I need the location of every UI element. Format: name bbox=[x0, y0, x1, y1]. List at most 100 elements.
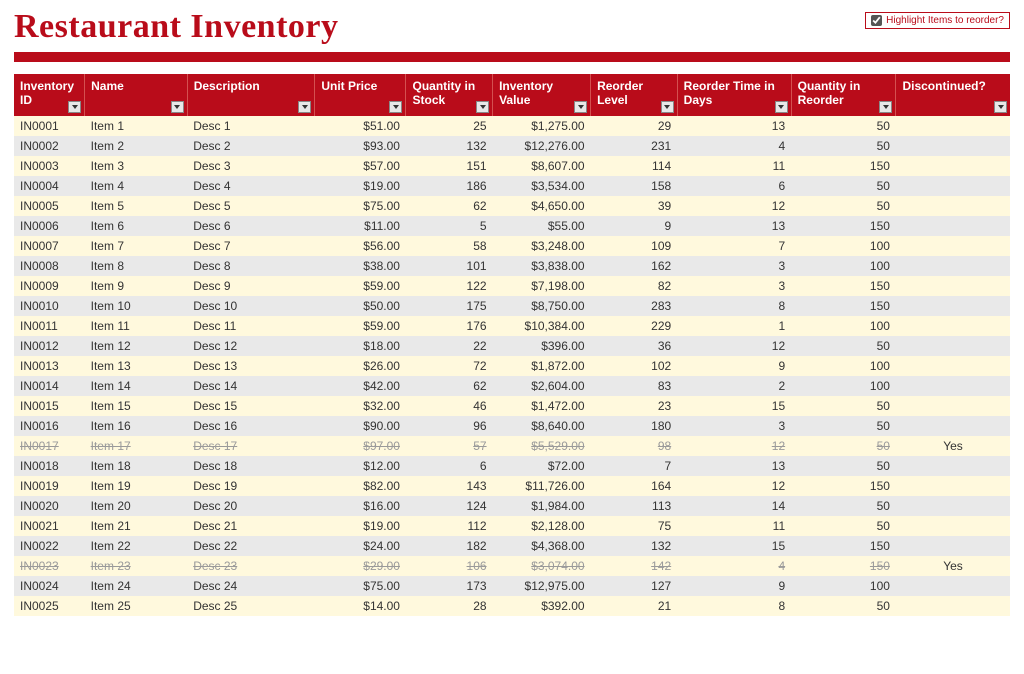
table-row[interactable]: IN0004Item 4Desc 4$19.00186$3,534.001586… bbox=[14, 176, 1010, 196]
cell-desc: Desc 17 bbox=[187, 436, 315, 456]
cell-price: $32.00 bbox=[315, 396, 406, 416]
table-row[interactable]: IN0005Item 5Desc 5$75.0062$4,650.0039125… bbox=[14, 196, 1010, 216]
cell-days: 9 bbox=[677, 356, 791, 376]
cell-id: IN0016 bbox=[14, 416, 85, 436]
table-row[interactable]: IN0001Item 1Desc 1$51.0025$1,275.0029135… bbox=[14, 116, 1010, 136]
cell-days: 7 bbox=[677, 236, 791, 256]
cell-name: Item 17 bbox=[85, 436, 188, 456]
cell-qty: 6 bbox=[406, 456, 493, 476]
cell-price: $57.00 bbox=[315, 156, 406, 176]
cell-qre: 50 bbox=[791, 516, 896, 536]
cell-qty: 132 bbox=[406, 136, 493, 156]
highlight-reorder-toggle[interactable]: Highlight Items to reorder? bbox=[865, 12, 1010, 29]
cell-days: 8 bbox=[677, 596, 791, 616]
table-row[interactable]: IN0022Item 22Desc 22$24.00182$4,368.0013… bbox=[14, 536, 1010, 556]
cell-price: $18.00 bbox=[315, 336, 406, 356]
table-row[interactable]: IN0017Item 17Desc 17$97.0057$5,529.00981… bbox=[14, 436, 1010, 456]
cell-days: 15 bbox=[677, 536, 791, 556]
filter-dropdown-icon[interactable] bbox=[389, 101, 402, 113]
filter-dropdown-icon[interactable] bbox=[171, 101, 184, 113]
table-row[interactable]: IN0023Item 23Desc 23$29.00106$3,074.0014… bbox=[14, 556, 1010, 576]
column-header[interactable]: Reorder Time in Days bbox=[677, 74, 791, 116]
cell-desc: Desc 9 bbox=[187, 276, 315, 296]
cell-disc bbox=[896, 176, 1010, 196]
table-row[interactable]: IN0007Item 7Desc 7$56.0058$3,248.0010971… bbox=[14, 236, 1010, 256]
cell-desc: Desc 8 bbox=[187, 256, 315, 276]
highlight-reorder-checkbox[interactable] bbox=[871, 15, 882, 26]
cell-qty: 101 bbox=[406, 256, 493, 276]
table-row[interactable]: IN0008Item 8Desc 8$38.00101$3,838.001623… bbox=[14, 256, 1010, 276]
cell-disc bbox=[896, 496, 1010, 516]
filter-dropdown-icon[interactable] bbox=[775, 101, 788, 113]
cell-price: $12.00 bbox=[315, 456, 406, 476]
cell-reorder: 283 bbox=[591, 296, 678, 316]
cell-name: Item 10 bbox=[85, 296, 188, 316]
table-row[interactable]: IN0021Item 21Desc 21$19.00112$2,128.0075… bbox=[14, 516, 1010, 536]
cell-name: Item 4 bbox=[85, 176, 188, 196]
column-header[interactable]: Discontinued? bbox=[896, 74, 1010, 116]
table-row[interactable]: IN0003Item 3Desc 3$57.00151$8,607.001141… bbox=[14, 156, 1010, 176]
cell-desc: Desc 4 bbox=[187, 176, 315, 196]
cell-reorder: 142 bbox=[591, 556, 678, 576]
column-header[interactable]: Name bbox=[85, 74, 188, 116]
column-header[interactable]: Description bbox=[187, 74, 315, 116]
column-header[interactable]: Inventory ID bbox=[14, 74, 85, 116]
table-row[interactable]: IN0011Item 11Desc 11$59.00176$10,384.002… bbox=[14, 316, 1010, 336]
filter-dropdown-icon[interactable] bbox=[994, 101, 1007, 113]
filter-dropdown-icon[interactable] bbox=[68, 101, 81, 113]
cell-name: Item 9 bbox=[85, 276, 188, 296]
table-row[interactable]: IN0002Item 2Desc 2$93.00132$12,276.00231… bbox=[14, 136, 1010, 156]
table-row[interactable]: IN0014Item 14Desc 14$42.0062$2,604.00832… bbox=[14, 376, 1010, 396]
cell-qty: 175 bbox=[406, 296, 493, 316]
filter-dropdown-icon[interactable] bbox=[661, 101, 674, 113]
cell-name: Item 5 bbox=[85, 196, 188, 216]
column-header[interactable]: Reorder Level bbox=[591, 74, 678, 116]
table-row[interactable]: IN0024Item 24Desc 24$75.00173$12,975.001… bbox=[14, 576, 1010, 596]
cell-qre: 150 bbox=[791, 556, 896, 576]
cell-qty: 143 bbox=[406, 476, 493, 496]
cell-price: $59.00 bbox=[315, 276, 406, 296]
column-header[interactable]: Inventory Value bbox=[493, 74, 591, 116]
cell-disc bbox=[896, 316, 1010, 336]
header-divider bbox=[14, 52, 1010, 62]
table-row[interactable]: IN0020Item 20Desc 20$16.00124$1,984.0011… bbox=[14, 496, 1010, 516]
cell-name: Item 3 bbox=[85, 156, 188, 176]
filter-dropdown-icon[interactable] bbox=[476, 101, 489, 113]
cell-desc: Desc 2 bbox=[187, 136, 315, 156]
table-row[interactable]: IN0019Item 19Desc 19$82.00143$11,726.001… bbox=[14, 476, 1010, 496]
cell-id: IN0019 bbox=[14, 476, 85, 496]
cell-desc: Desc 5 bbox=[187, 196, 315, 216]
table-row[interactable]: IN0006Item 6Desc 6$11.005$55.00913150 bbox=[14, 216, 1010, 236]
cell-days: 3 bbox=[677, 256, 791, 276]
filter-dropdown-icon[interactable] bbox=[298, 101, 311, 113]
table-row[interactable]: IN0025Item 25Desc 25$14.0028$392.0021850 bbox=[14, 596, 1010, 616]
cell-price: $24.00 bbox=[315, 536, 406, 556]
cell-price: $11.00 bbox=[315, 216, 406, 236]
column-header[interactable]: Unit Price bbox=[315, 74, 406, 116]
cell-qre: 150 bbox=[791, 296, 896, 316]
cell-reorder: 162 bbox=[591, 256, 678, 276]
cell-price: $19.00 bbox=[315, 176, 406, 196]
column-header[interactable]: Quantity in Reorder bbox=[791, 74, 896, 116]
cell-disc bbox=[896, 576, 1010, 596]
filter-dropdown-icon[interactable] bbox=[879, 101, 892, 113]
cell-name: Item 7 bbox=[85, 236, 188, 256]
cell-reorder: 29 bbox=[591, 116, 678, 136]
cell-reorder: 7 bbox=[591, 456, 678, 476]
table-row[interactable]: IN0009Item 9Desc 9$59.00122$7,198.008231… bbox=[14, 276, 1010, 296]
table-row[interactable]: IN0012Item 12Desc 12$18.0022$396.0036125… bbox=[14, 336, 1010, 356]
table-row[interactable]: IN0016Item 16Desc 16$90.0096$8,640.00180… bbox=[14, 416, 1010, 436]
cell-id: IN0002 bbox=[14, 136, 85, 156]
cell-price: $56.00 bbox=[315, 236, 406, 256]
table-row[interactable]: IN0010Item 10Desc 10$50.00175$8,750.0028… bbox=[14, 296, 1010, 316]
table-row[interactable]: IN0018Item 18Desc 18$12.006$72.0071350 bbox=[14, 456, 1010, 476]
cell-desc: Desc 21 bbox=[187, 516, 315, 536]
cell-desc: Desc 6 bbox=[187, 216, 315, 236]
cell-id: IN0010 bbox=[14, 296, 85, 316]
column-header[interactable]: Quantity in Stock bbox=[406, 74, 493, 116]
table-row[interactable]: IN0013Item 13Desc 13$26.0072$1,872.00102… bbox=[14, 356, 1010, 376]
cell-qty: 96 bbox=[406, 416, 493, 436]
filter-dropdown-icon[interactable] bbox=[574, 101, 587, 113]
cell-desc: Desc 19 bbox=[187, 476, 315, 496]
table-row[interactable]: IN0015Item 15Desc 15$32.0046$1,472.00231… bbox=[14, 396, 1010, 416]
